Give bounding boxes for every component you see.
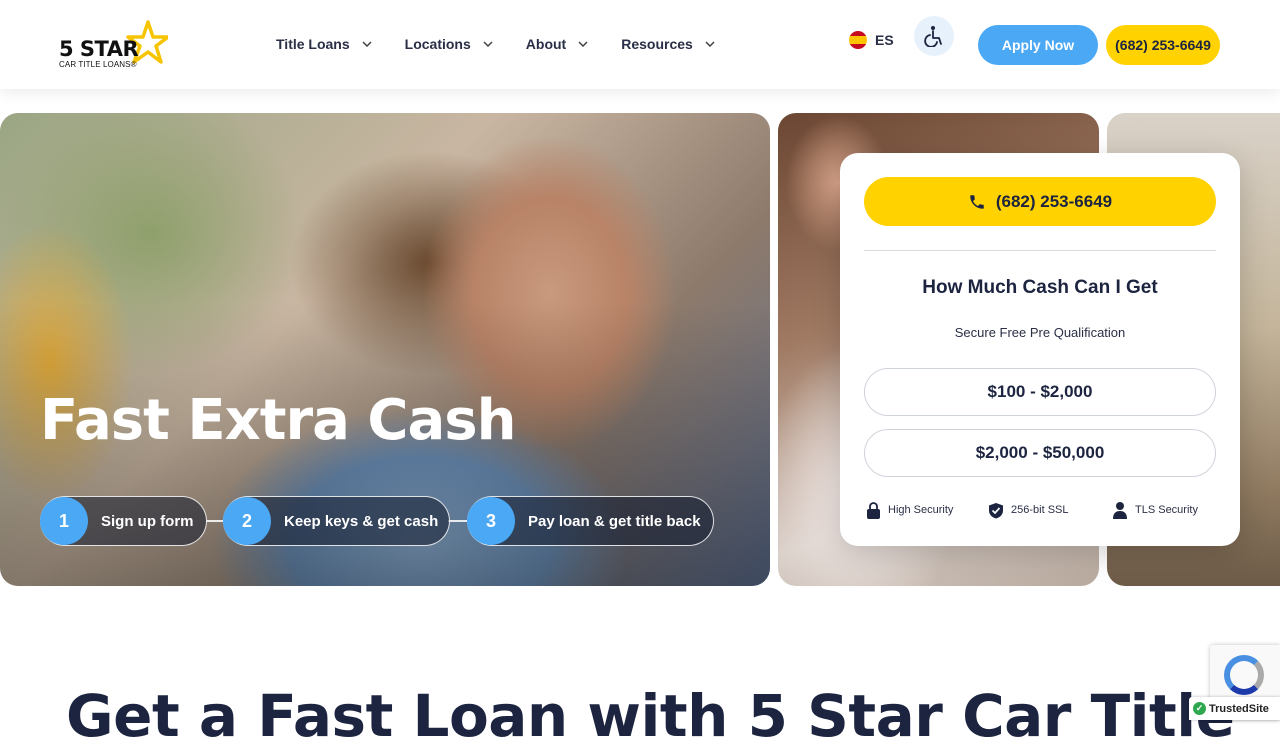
nav-about[interactable]: About — [526, 36, 588, 52]
step-1: 1 Sign up form — [40, 496, 207, 546]
phone-icon — [970, 194, 984, 209]
header-phone-button[interactable]: (682) 253-6649 — [1106, 25, 1220, 65]
wheelchair-icon — [924, 26, 942, 47]
nav-label: Resources — [621, 36, 693, 52]
card-subtitle: Secure Free Pre Qualification — [954, 325, 1126, 340]
step-label: Sign up form — [101, 512, 194, 530]
security-item-high: High Security — [864, 501, 988, 519]
nav-locations[interactable]: Locations — [405, 36, 493, 52]
security-badges: High Security 256-bit SSL TLS Security — [864, 501, 1216, 519]
divider — [864, 250, 1216, 251]
chevron-down-icon — [705, 41, 715, 47]
main-nav: Title Loans Locations About Resources — [276, 36, 748, 52]
step-number: 2 — [223, 497, 271, 545]
spain-flag-icon — [849, 31, 867, 49]
chevron-down-icon — [483, 41, 493, 47]
accessibility-button[interactable] — [914, 16, 954, 56]
range-option-large[interactable]: $2,000 - $50,000 — [864, 429, 1216, 477]
nav-label: About — [525, 36, 567, 52]
step-label: Keep keys & get cash — [284, 512, 439, 530]
user-icon — [1113, 502, 1127, 519]
shield-check-icon — [989, 502, 1003, 518]
security-label: 256-bit SSL — [1011, 504, 1069, 516]
chevron-down-icon — [578, 41, 588, 47]
step-connector — [206, 520, 224, 522]
step-connector — [448, 520, 468, 522]
range-option-small[interactable]: $100 - $2,000 — [864, 368, 1216, 416]
nav-title-loans[interactable]: Title Loans — [276, 36, 372, 52]
logo-text: 5 STAR — [59, 37, 139, 61]
step-number: 1 — [40, 497, 88, 545]
section-heading: Get a Fast Loan with 5 Star Car Title — [66, 682, 1235, 750]
step-label: Pay loan & get title back — [528, 512, 701, 530]
security-item-tls: TLS Security — [1112, 501, 1198, 519]
step-3: 3 Pay loan & get title back — [467, 496, 714, 546]
prequal-card: (682) 253-6649 How Much Cash Can I Get S… — [840, 153, 1240, 546]
logo-subtext: CAR TITLE LOANS® — [59, 60, 137, 69]
recaptcha-icon — [1224, 655, 1264, 695]
site-header: 5 STAR CAR TITLE LOANS® Title Loans Loca… — [0, 0, 1280, 89]
step-2: 2 Keep keys & get cash — [223, 496, 450, 546]
hero-title: Fast Extra Cash — [40, 388, 516, 453]
security-label: TLS Security — [1135, 504, 1198, 516]
lock-icon — [867, 501, 880, 519]
chevron-down-icon — [362, 41, 372, 47]
trustedsite-label: TrustedSite — [1209, 702, 1269, 715]
card-phone-label: (682) 253-6649 — [995, 191, 1113, 211]
security-label: High Security — [888, 504, 954, 516]
language-switcher[interactable]: ES — [849, 31, 894, 49]
card-title: How Much Cash Can I Get — [922, 277, 1158, 298]
apply-now-button[interactable]: Apply Now — [978, 25, 1098, 65]
security-item-ssl: 256-bit SSL — [988, 502, 1112, 519]
nav-resources[interactable]: Resources — [621, 36, 715, 52]
language-label: ES — [875, 32, 894, 48]
nav-label: Locations — [404, 36, 471, 52]
trustedsite-badge[interactable]: ✓ TrustedSite — [1189, 697, 1280, 720]
check-icon: ✓ — [1193, 702, 1206, 715]
nav-label: Title Loans — [276, 36, 350, 52]
step-number: 3 — [467, 497, 515, 545]
logo[interactable]: 5 STAR CAR TITLE LOANS® — [58, 20, 170, 70]
card-phone-button[interactable]: (682) 253-6649 — [864, 177, 1216, 226]
